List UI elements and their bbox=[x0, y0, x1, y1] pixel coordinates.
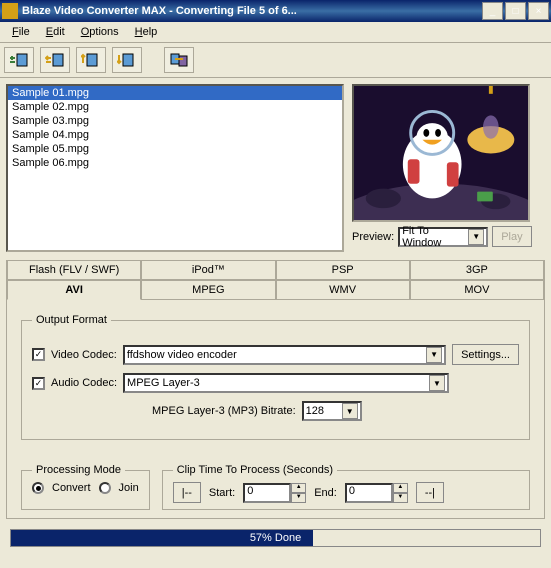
tool-move-up-icon[interactable] bbox=[76, 47, 106, 73]
chevron-down-icon: ▼ bbox=[342, 403, 358, 419]
processing-mode-legend: Processing Mode bbox=[32, 464, 125, 476]
tool-convert-icon[interactable] bbox=[164, 47, 194, 73]
tab-psp[interactable]: PSP bbox=[276, 260, 410, 280]
bitrate-select[interactable]: 128 ▼ bbox=[302, 401, 362, 421]
audio-codec-label: Audio Codec: bbox=[51, 377, 117, 389]
audio-codec-value: MPEG Layer-3 bbox=[127, 377, 429, 389]
video-codec-checkbox[interactable]: ✓ bbox=[32, 348, 45, 361]
tool-remove-file-icon[interactable] bbox=[40, 47, 70, 73]
preview-mode-select[interactable]: Fit To Window ▼ bbox=[398, 227, 488, 247]
file-item[interactable]: Sample 04.mpg bbox=[8, 128, 342, 142]
tab-wmv[interactable]: WMV bbox=[276, 280, 410, 300]
convert-radio[interactable] bbox=[32, 482, 44, 494]
menu-help[interactable]: Help bbox=[127, 24, 166, 40]
preview-label: Preview: bbox=[352, 231, 394, 243]
settings-button[interactable]: Settings... bbox=[452, 344, 519, 365]
play-button[interactable]: Play bbox=[492, 226, 531, 247]
file-list[interactable]: Sample 01.mpgSample 02.mpgSample 03.mpgS… bbox=[6, 84, 344, 252]
clip-end-value[interactable]: 0 bbox=[345, 483, 393, 503]
spinner-down-icon[interactable]: ▼ bbox=[291, 493, 306, 503]
clip-start-button[interactable]: |-- bbox=[173, 482, 201, 503]
tool-add-file-icon[interactable] bbox=[4, 47, 34, 73]
tool-move-down-icon[interactable] bbox=[112, 47, 142, 73]
file-item[interactable]: Sample 03.mpg bbox=[8, 114, 342, 128]
tab-mpeg[interactable]: MPEG bbox=[141, 280, 275, 300]
processing-mode-group: Processing Mode Convert Join bbox=[21, 464, 150, 510]
chevron-down-icon: ▼ bbox=[468, 229, 484, 245]
file-item[interactable]: Sample 05.mpg bbox=[8, 142, 342, 156]
clip-start-spinner[interactable]: 0 ▲▼ bbox=[243, 483, 306, 503]
spinner-up-icon[interactable]: ▲ bbox=[291, 483, 306, 493]
app-icon bbox=[2, 3, 18, 19]
spinner-up-icon[interactable]: ▲ bbox=[393, 483, 408, 493]
bitrate-label: MPEG Layer-3 (MP3) Bitrate: bbox=[152, 405, 296, 417]
chevron-down-icon: ▼ bbox=[429, 375, 445, 391]
tab-avi[interactable]: AVI bbox=[7, 280, 141, 300]
join-label: Join bbox=[119, 482, 139, 494]
output-format-legend: Output Format bbox=[32, 314, 111, 326]
video-codec-label: Video Codec: bbox=[51, 349, 117, 361]
window-titlebar: Blaze Video Converter MAX - Converting F… bbox=[0, 0, 551, 22]
file-item[interactable]: Sample 02.mpg bbox=[8, 100, 342, 114]
clip-start-value[interactable]: 0 bbox=[243, 483, 291, 503]
window-title: Blaze Video Converter MAX - Converting F… bbox=[22, 5, 482, 17]
video-codec-value: ffdshow video encoder bbox=[127, 349, 426, 361]
tab-flash-flv-swf-[interactable]: Flash (FLV / SWF) bbox=[7, 260, 141, 280]
preview-mode-value: Fit To Window bbox=[402, 225, 468, 249]
join-radio[interactable] bbox=[99, 482, 111, 494]
menu-edit[interactable]: Edit bbox=[38, 24, 73, 40]
spinner-down-icon[interactable]: ▼ bbox=[393, 493, 408, 503]
video-codec-select[interactable]: ffdshow video encoder ▼ bbox=[123, 345, 446, 365]
audio-codec-select[interactable]: MPEG Layer-3 ▼ bbox=[123, 373, 449, 393]
clip-time-legend: Clip Time To Process (Seconds) bbox=[173, 464, 337, 476]
minimize-button[interactable]: _ bbox=[482, 2, 503, 20]
progress-text: 57% Done bbox=[11, 532, 540, 544]
bitrate-value: 128 bbox=[306, 405, 342, 417]
file-item[interactable]: Sample 01.mpg bbox=[8, 86, 342, 100]
menu-file[interactable]: File bbox=[4, 24, 38, 40]
chevron-down-icon: ▼ bbox=[426, 347, 442, 363]
preview-display bbox=[352, 84, 530, 222]
tab-mov[interactable]: MOV bbox=[410, 280, 544, 300]
clip-start-label: Start: bbox=[209, 487, 235, 499]
output-format-group: Output Format ✓ Video Codec: ffdshow vid… bbox=[21, 314, 530, 440]
menu-options[interactable]: Options bbox=[73, 24, 127, 40]
convert-label: Convert bbox=[52, 482, 91, 494]
menu-bar: File Edit Options Help bbox=[0, 22, 551, 43]
close-button[interactable]: × bbox=[528, 2, 549, 20]
clip-time-group: Clip Time To Process (Seconds) |-- Start… bbox=[162, 464, 530, 510]
tab-ipod-[interactable]: iPod™ bbox=[141, 260, 275, 280]
clip-end-spinner[interactable]: 0 ▲▼ bbox=[345, 483, 408, 503]
progress-bar: 57% Done bbox=[10, 529, 541, 547]
format-tabs: Flash (FLV / SWF)iPod™PSP3GP AVIMPEGWMVM… bbox=[6, 260, 545, 519]
clip-end-button[interactable]: --| bbox=[416, 482, 444, 503]
file-item[interactable]: Sample 06.mpg bbox=[8, 156, 342, 170]
clip-end-label: End: bbox=[314, 487, 337, 499]
tab-3gp[interactable]: 3GP bbox=[410, 260, 544, 280]
maximize-button[interactable]: □ bbox=[505, 2, 526, 20]
audio-codec-checkbox[interactable]: ✓ bbox=[32, 377, 45, 390]
toolbar bbox=[0, 43, 551, 78]
